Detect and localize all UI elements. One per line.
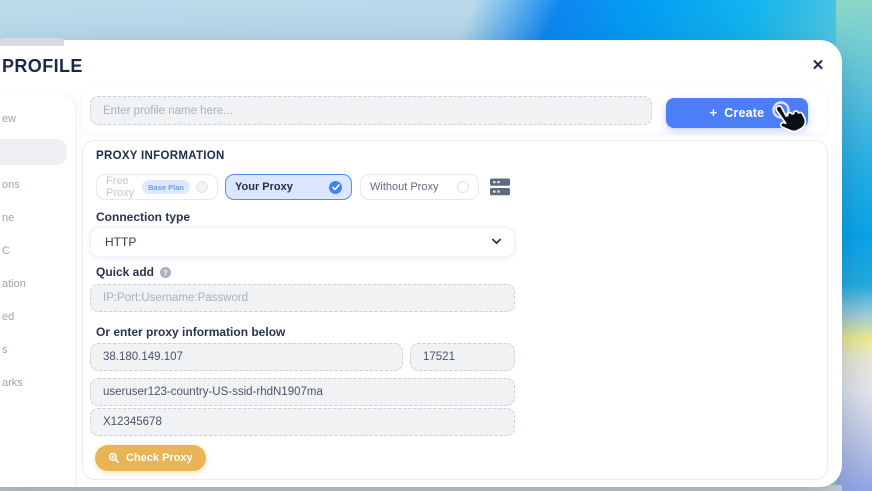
- connection-type-value: HTTP: [105, 235, 137, 249]
- proxy-ip-input[interactable]: [90, 343, 403, 371]
- option-your-proxy[interactable]: Your Proxy: [225, 174, 352, 200]
- help-icon[interactable]: ?: [160, 266, 172, 278]
- sidebar-item-timezone[interactable]: ne: [0, 201, 75, 234]
- connection-type-select[interactable]: HTTP: [90, 227, 515, 257]
- background-tab-fragment: [0, 38, 64, 46]
- quick-add-input[interactable]: [90, 284, 515, 312]
- close-button[interactable]: ✕: [806, 53, 830, 77]
- check-proxy-label: Check Proxy: [126, 452, 193, 464]
- without-proxy-label: Without Proxy: [370, 181, 439, 193]
- proxy-password-input[interactable]: [90, 408, 515, 436]
- proxy-section-title: PROXY INFORMATION: [96, 150, 225, 162]
- magnifier-icon: [108, 452, 120, 464]
- radio-icon: [196, 181, 208, 193]
- check-proxy-button[interactable]: Check Proxy: [95, 445, 206, 471]
- sidebar-item-advanced[interactable]: ed: [0, 300, 75, 333]
- free-proxy-label: Free Proxy: [106, 175, 135, 199]
- close-icon: ✕: [811, 57, 825, 74]
- sidebar-item-overview[interactable]: ew: [0, 102, 75, 135]
- manual-proxy-label: Or enter proxy information below: [96, 325, 286, 339]
- sidebar-item-webrtc[interactable]: C: [0, 234, 75, 267]
- plus-icon: +: [709, 106, 718, 120]
- page-title: PROFILE: [2, 56, 83, 76]
- quick-add-label: Quick add: [96, 265, 155, 279]
- create-button[interactable]: + Create: [666, 98, 808, 128]
- chevron-down-icon: [491, 234, 502, 245]
- sidebar-item-cookies[interactable]: s: [0, 333, 75, 366]
- proxy-list-server-icon[interactable]: [489, 177, 511, 197]
- option-without-proxy[interactable]: Without Proxy: [360, 174, 479, 200]
- quick-add-label-row: Quick add ?: [96, 265, 172, 279]
- sidebar-item-extensions[interactable]: ons: [0, 168, 75, 201]
- selected-check-icon: [329, 180, 342, 194]
- sidebar-item-geolocation[interactable]: ation: [0, 267, 75, 300]
- create-button-label: Create: [724, 106, 765, 120]
- option-free-proxy[interactable]: Free Proxy Base Plan: [96, 174, 218, 200]
- proxy-port-input[interactable]: [410, 343, 515, 371]
- radio-icon: [457, 181, 469, 193]
- profile-sections-sidebar: ew ons ne C ation ed s arks: [0, 95, 76, 487]
- proxy-username-input[interactable]: [90, 378, 515, 406]
- sidebar-item-proxy-selected[interactable]: [0, 138, 67, 165]
- base-plan-badge: Base Plan: [142, 180, 190, 194]
- profile-name-input[interactable]: [90, 96, 652, 125]
- sidebar-item-bookmarks[interactable]: arks: [0, 366, 75, 399]
- your-proxy-label: Your Proxy: [235, 181, 293, 193]
- screen: PROFILE ✕ ew ons ne C ation ed s arks + …: [0, 0, 872, 491]
- connection-type-label: Connection type: [96, 210, 191, 224]
